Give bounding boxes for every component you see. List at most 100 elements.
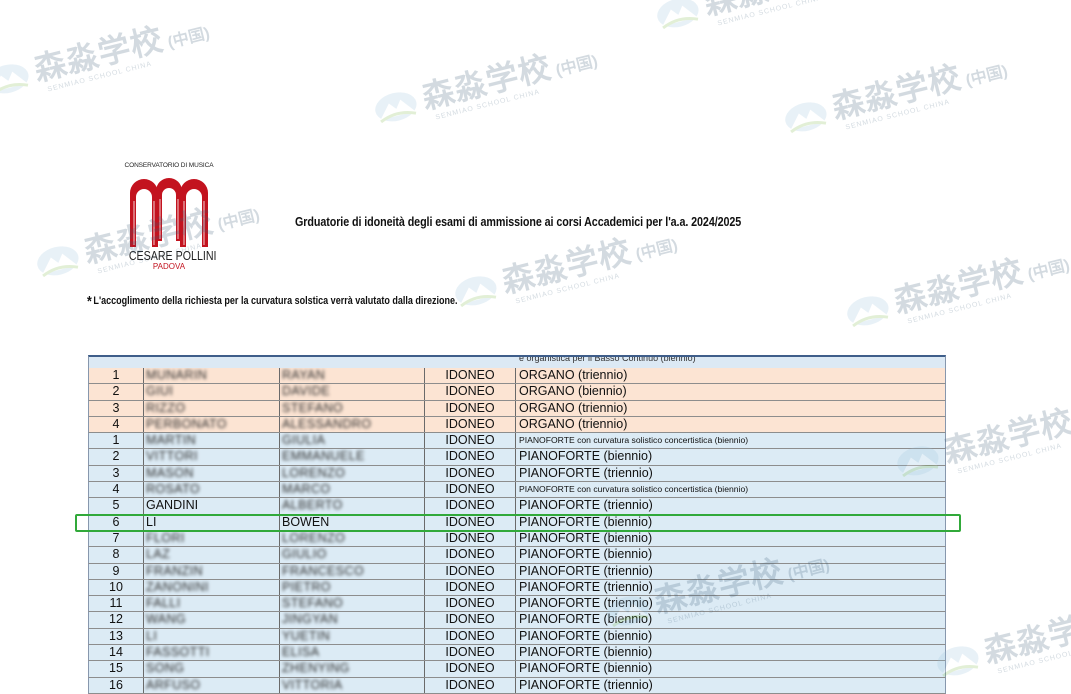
row-course: PIANOFORTE (biennio) <box>516 515 946 530</box>
row-surname-text: FASSOTTI <box>146 645 210 660</box>
row-course: PIANOFORTE (triennio) <box>516 498 946 513</box>
row-result: IDONEO <box>425 563 516 579</box>
table-row: 2 VITTORI EMMANUELE IDONEO PIANOFORTE (bienn… <box>88 449 946 466</box>
watermark-sub: SENMIAO SCHOOL CHINA <box>434 88 541 122</box>
row-course-text: ORGANO (triennio) <box>519 368 628 382</box>
watermark-sub: SENMIAO SCHOOL CHINA <box>844 98 951 132</box>
row-course: PIANOFORTE con curvatura solistico conce… <box>516 433 946 448</box>
row-result: IDONEO <box>425 628 516 645</box>
row-name-text: VITTORIA <box>282 677 343 692</box>
row-result: IDONEO <box>425 465 516 482</box>
watermark-sub: SENMIAO SCHOOL CHINA <box>956 442 1063 476</box>
row-result: IDONEO <box>425 368 516 384</box>
row-name-text: JINGYAN <box>282 612 339 627</box>
table-row: 4 PERBONATO ALESSANDRO IDONEO ORGANO (trienn… <box>88 416 946 434</box>
table-row: 11 FALLI STEFANO IDONEO PIANOFORTE (triennio… <box>88 596 946 613</box>
table-row: 7 FLORI LORENZO IDONEO PIANOFORTE (biennio) <box>88 530 946 548</box>
row-name-text: EMMANUELE <box>282 449 365 464</box>
row-result: IDONEO <box>425 530 516 547</box>
row-result-text: IDONEO <box>445 612 495 627</box>
row-result-text: IDONEO <box>445 628 495 643</box>
row-surname: PERBONATO <box>144 416 280 433</box>
table-row: 8 LAZ GIULIO IDONEO PIANOFORTE (biennio) <box>88 547 946 564</box>
row-result-text: IDONEO <box>445 677 495 692</box>
row-number: 4 <box>89 482 144 498</box>
row-number-text: 4 <box>112 416 120 431</box>
row-course: PIANOFORTE con curvatura solistico conce… <box>516 482 946 497</box>
watermark-text: 森淼学校 <box>418 48 556 116</box>
table-cutoff-row: e organistica per il Basso Continuo (bie… <box>88 355 946 368</box>
row-result-text: IDONEO <box>445 547 495 562</box>
row-surname-text: LAZ <box>146 547 171 562</box>
row-number: 12 <box>89 612 144 628</box>
row-result: IDONEO <box>425 547 516 563</box>
row-result-text: IDONEO <box>445 530 495 545</box>
row-surname-text: MUNARIN <box>146 368 208 382</box>
row-number-text: 13 <box>109 628 123 643</box>
row-course-text: PIANOFORTE (triennio) <box>519 563 653 578</box>
row-number-text: 2 <box>112 449 120 464</box>
row-surname: VITTORI <box>144 449 280 465</box>
row-surname-text: LI <box>146 514 157 529</box>
row-surname: GIUI <box>144 384 280 400</box>
page-title: Grduatorie di idoneità degli esami di am… <box>295 215 742 229</box>
row-course: PIANOFORTE (triennio) <box>516 596 946 611</box>
watermark-sub: SENMIAO SCHOOL CHINA <box>996 643 1071 676</box>
row-number-text: 12 <box>109 612 123 627</box>
row-course-text: PIANOFORTE (biennio) <box>519 612 653 627</box>
row-course-text: PIANOFORTE (triennio) <box>519 579 653 594</box>
row-name-text: LORENZO <box>282 530 346 545</box>
row-surname-text: FALLI <box>146 596 181 611</box>
row-result: IDONEO <box>425 449 516 465</box>
table-row: 5 GANDINI ALBERTO IDONEO PIANOFORTE (trienni… <box>88 498 946 515</box>
logo-city: PADOVA <box>152 262 186 271</box>
watermark-suffix: (中国) <box>554 52 600 80</box>
row-surname-text: SONG <box>146 661 185 676</box>
row-number-text: 10 <box>109 579 123 594</box>
row-name: PIETRO <box>280 579 425 596</box>
row-number-text: 5 <box>112 498 120 513</box>
row-name-text: MARCO <box>282 482 331 497</box>
mountain-logo-icon <box>847 296 889 328</box>
watermark-sub: SENMIAO SCHOOL CHINA <box>906 292 1013 326</box>
table-row: 3 RIZZO STEFANO IDONEO ORGANO (triennio) <box>88 400 946 417</box>
row-number: 2 <box>89 449 144 465</box>
row-name-text: GIULIO <box>282 547 327 562</box>
row-name: FRANCESCO <box>280 563 425 579</box>
row-name: EMMANUELE <box>280 449 425 465</box>
row-surname-text: FRANZIN <box>146 563 203 578</box>
row-result-text: IDONEO <box>445 368 495 382</box>
row-course: ORGANO (triennio) <box>516 417 946 432</box>
row-name: MARCO <box>280 482 425 498</box>
row-name-text: ALESSANDRO <box>282 416 372 431</box>
watermark-text: 森淼学校 <box>498 232 636 300</box>
row-name-text: BOWEN <box>282 514 330 529</box>
cutoff-text: e organistica per il Basso Continuo (bie… <box>519 355 696 363</box>
row-course: PIANOFORTE (biennio) <box>516 547 946 562</box>
row-course: PIANOFORTE (biennio) <box>516 645 946 660</box>
row-number-text: 8 <box>112 547 120 562</box>
row-number: 9 <box>89 563 144 579</box>
row-surname-text: GANDINI <box>146 498 199 513</box>
row-result: IDONEO <box>425 645 516 661</box>
row-number-text: 3 <box>112 400 120 415</box>
watermark: 森淼学校(中国) SENMIAO SCHOOL CHINA <box>0 3 214 108</box>
row-number: 3 <box>89 465 144 482</box>
row-surname: ARFUSO <box>144 677 280 693</box>
row-course-text: PIANOFORTE con curvatura solistico conce… <box>519 435 749 446</box>
table-row: 10 ZANONINI PIETRO IDONEO PIANOFORTE (trienn… <box>88 579 946 597</box>
row-course: PIANOFORTE (triennio) <box>516 678 946 693</box>
table-row: 9 FRANZIN FRANCESCO IDONEO PIANOFORTE (trien… <box>88 563 946 580</box>
row-surname-text: ARFUSO <box>146 677 201 692</box>
row-surname: ZANONINI <box>144 579 280 596</box>
row-number: 4 <box>89 416 144 433</box>
row-result-text: IDONEO <box>445 449 495 464</box>
direction-note: * L'accoglimento della richiesta per la c… <box>87 293 458 310</box>
row-course-text: ORGANO (biennio) <box>519 384 627 399</box>
table-row: 14 FASSOTTI ELISA IDONEO PIANOFORTE (biennio… <box>88 645 946 662</box>
watermark-suffix: (中国) <box>634 236 680 264</box>
row-surname: LI <box>144 628 280 645</box>
row-surname: FRANZIN <box>144 563 280 579</box>
row-course-text: PIANOFORTE (triennio) <box>519 677 653 692</box>
row-name-text: DAVIDE <box>282 384 331 399</box>
